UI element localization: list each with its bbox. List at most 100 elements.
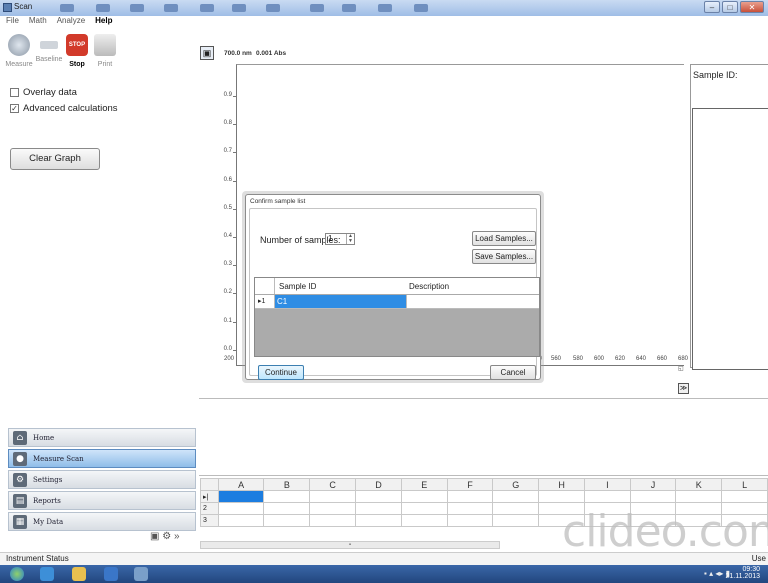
print-icon <box>94 34 116 56</box>
sheet-cell[interactable] <box>309 502 357 515</box>
sheet-column-header[interactable]: K <box>675 478 723 491</box>
description-cell[interactable] <box>406 295 539 308</box>
print-button[interactable]: Print <box>88 34 122 68</box>
sheet-cell[interactable] <box>492 490 540 503</box>
menu-help[interactable]: Help <box>95 16 112 30</box>
sheet-cell[interactable] <box>263 490 311 503</box>
selected-cell[interactable] <box>217 490 265 503</box>
y-tick-label: 0.8 <box>223 120 232 127</box>
sheet-cell[interactable] <box>721 490 768 503</box>
sheet-cell[interactable] <box>446 514 494 527</box>
sheet-cell[interactable] <box>446 502 494 515</box>
menu-file[interactable]: File <box>6 16 19 30</box>
horizontal-scrollbar[interactable]: ▪ <box>200 541 500 549</box>
sheet-cell[interactable] <box>538 490 586 503</box>
nav-settings[interactable]: ⚙ Settings <box>8 470 196 489</box>
sheet-cell[interactable] <box>629 490 677 503</box>
y-tick-mark <box>233 265 237 267</box>
overlay-data-checkbox[interactable]: Overlay data <box>10 87 77 98</box>
load-samples-button[interactable]: Load Samples... <box>472 231 536 246</box>
sheet-column-header[interactable]: G <box>492 478 540 491</box>
start-icon[interactable] <box>10 567 24 581</box>
sheet-column-header[interactable]: L <box>721 478 768 491</box>
settings-icon: ⚙ <box>13 472 27 487</box>
window-title: Scan <box>14 2 33 11</box>
sample-id-box[interactable] <box>692 108 768 370</box>
measure-button[interactable]: Measure <box>2 34 36 68</box>
current-row-marker[interactable]: ▸| <box>200 490 219 503</box>
sheet-column-header[interactable]: E <box>400 478 448 491</box>
sheet-cell[interactable] <box>400 514 448 527</box>
table-row[interactable]: ▸1 C1 <box>255 295 539 309</box>
dialog-title: Confirm sample list <box>250 198 306 205</box>
nav-my-data[interactable]: ▦ My Data <box>8 512 196 531</box>
number-of-samples-stepper[interactable]: 1 ▲ ▼ <box>325 233 355 245</box>
nav-measure-scan[interactable]: ● Measure Scan <box>8 449 196 468</box>
nav-reports[interactable]: ▤ Reports <box>8 491 196 510</box>
media-icon[interactable] <box>104 567 118 581</box>
col-description[interactable]: Description <box>409 282 449 291</box>
sample-id-cell[interactable]: C1 <box>275 295 406 308</box>
reports-icon: ▤ <box>13 493 27 508</box>
sheet-column-header[interactable]: B <box>263 478 311 491</box>
sheet-cell[interactable] <box>263 502 311 515</box>
expand-down-icon[interactable]: ≫ <box>678 383 689 394</box>
close-button[interactable]: ✕ <box>740 1 764 13</box>
stepper-arrows-icon[interactable]: ▲ ▼ <box>346 234 354 244</box>
sample-grid[interactable]: Sample ID Description ▸1 C1 <box>254 277 540 357</box>
sheet-cell[interactable] <box>400 490 448 503</box>
row-header[interactable]: 2 <box>200 502 219 515</box>
sheet-cell[interactable] <box>355 514 402 527</box>
advanced-calculations-checkbox[interactable]: ✓ Advanced calculations <box>10 103 118 114</box>
nav-overflow-button[interactable]: ▣ ⚙ » <box>150 531 180 542</box>
advanced-checkbox-box[interactable]: ✓ <box>10 104 19 113</box>
sheet-cell[interactable] <box>584 490 631 503</box>
nav-home[interactable]: ⌂ Home <box>8 428 196 447</box>
overlay-checkbox-box[interactable] <box>10 88 19 97</box>
y-tick-mark <box>233 180 237 182</box>
sheet-cell[interactable] <box>355 490 402 503</box>
sheet-column-header[interactable]: H <box>538 478 586 491</box>
sheet-cell[interactable] <box>263 514 311 527</box>
menu-bar: File Math Analyze Help <box>0 16 113 30</box>
graph-icon[interactable]: ▣ <box>200 46 214 60</box>
cancel-button[interactable]: Cancel <box>490 365 536 380</box>
minimize-button[interactable]: – <box>704 1 720 13</box>
clock[interactable]: 09:30 21.11.2013 <box>725 566 760 580</box>
save-samples-button[interactable]: Save Samples... <box>472 249 536 264</box>
col-sample-id[interactable]: Sample ID <box>279 282 316 291</box>
sheet-cell[interactable] <box>355 502 402 515</box>
sheet-cell[interactable] <box>492 514 540 527</box>
row-header[interactable]: 3 <box>200 514 219 527</box>
sheet-cell[interactable] <box>400 502 448 515</box>
y-tick-label: 0.2 <box>223 289 232 296</box>
sheet-column-header[interactable]: D <box>355 478 402 491</box>
menu-analyze[interactable]: Analyze <box>57 16 85 30</box>
app-taskbar-icon[interactable] <box>134 567 148 581</box>
sheet-cell[interactable] <box>217 514 265 527</box>
sheet-column-header[interactable]: C <box>309 478 357 491</box>
continue-button[interactable]: Continue <box>258 365 304 380</box>
sheet-column-header[interactable]: I <box>584 478 631 491</box>
zoom-icon[interactable]: ◱ <box>678 365 684 372</box>
sheet-cell[interactable] <box>446 490 494 503</box>
configure-icon: ▣ <box>150 531 160 542</box>
sheet-column-header[interactable]: J <box>629 478 677 491</box>
data-icon: ▦ <box>13 514 27 529</box>
menu-math[interactable]: Math <box>29 16 47 30</box>
maximize-button[interactable]: □ <box>722 1 738 13</box>
clear-graph-button[interactable]: Clear Graph <box>10 148 100 170</box>
y-tick-mark <box>233 208 237 210</box>
browser-icon[interactable] <box>40 567 54 581</box>
sheet-cell[interactable] <box>309 490 357 503</box>
sheet-cell[interactable] <box>309 514 357 527</box>
results-pane <box>199 398 768 476</box>
sheet-column-header[interactable]: A <box>217 478 265 491</box>
title-bar: Scan – □ ✕ <box>0 0 768 16</box>
sheet-column-header[interactable]: F <box>446 478 494 491</box>
folder-icon[interactable] <box>72 567 86 581</box>
sheet-cell[interactable] <box>217 502 265 515</box>
sheet-cell[interactable] <box>675 490 723 503</box>
sheet-cell[interactable] <box>492 502 540 515</box>
sheet-corner[interactable] <box>200 478 219 491</box>
